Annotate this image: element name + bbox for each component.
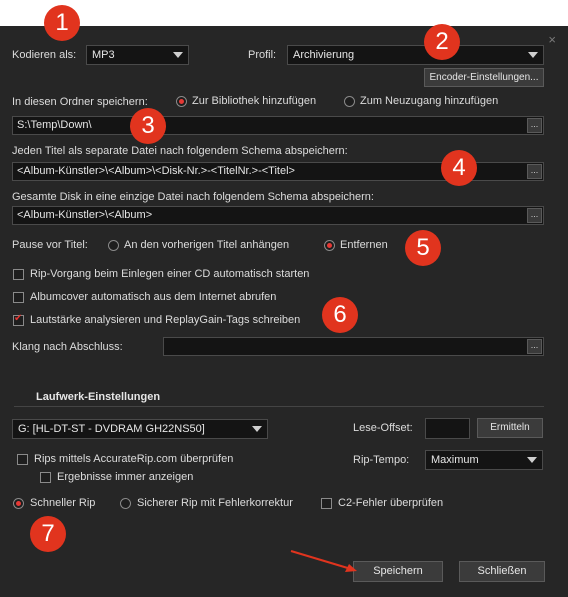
autostart-label: Rip-Vorgang beim Einlegen einer CD autom… bbox=[30, 268, 310, 280]
radio-add-library[interactable] bbox=[176, 96, 187, 107]
profile-label: Profil: bbox=[248, 49, 277, 61]
radio-fast-rip[interactable] bbox=[13, 498, 24, 509]
encoder-settings-button[interactable]: Encoder-Einstellungen... bbox=[424, 68, 544, 87]
screenshot-top-margin bbox=[0, 0, 568, 26]
radio-add-new-label: Zum Neuzugang hinzufügen bbox=[360, 95, 499, 107]
chevron-down-icon bbox=[527, 457, 537, 463]
save-folder-label: In diesen Ordner speichern: bbox=[12, 96, 148, 108]
replaygain-label: Lautstärke analysieren und ReplayGain-Ta… bbox=[30, 314, 301, 326]
annotation-arrow-icon bbox=[290, 550, 357, 572]
marker-badge-6: 6 bbox=[322, 297, 358, 333]
drive-select[interactable]: G: [HL-DT-ST - DVDRAM GH22NS50] bbox=[12, 419, 268, 439]
accuraterip-checkbox[interactable] bbox=[17, 454, 28, 465]
sound-input[interactable]: ... bbox=[163, 337, 544, 356]
offset-input[interactable] bbox=[425, 418, 470, 439]
accuraterip-label: Rips mittels AccurateRip.com überprüfen bbox=[34, 453, 234, 465]
cover-label: Albumcover automatisch aus dem Internet … bbox=[30, 291, 277, 303]
separate-files-schema-value: <Album-Künstler>\<Album>\<Disk-Nr.>-<Tit… bbox=[17, 165, 295, 177]
replaygain-checkbox[interactable] bbox=[13, 313, 24, 326]
encoder-label: Kodieren als: bbox=[12, 49, 77, 61]
ripping-settings-dialog bbox=[0, 26, 568, 597]
encoder-select[interactable]: MP3 bbox=[86, 45, 189, 65]
chevron-down-icon bbox=[528, 52, 538, 58]
radio-add-library-label: Zur Bibliothek hinzufügen bbox=[192, 95, 317, 107]
profile-select[interactable]: Archivierung bbox=[287, 45, 544, 65]
marker-badge-4: 4 bbox=[441, 150, 477, 186]
c2-checkbox[interactable] bbox=[321, 498, 332, 509]
radio-pause-remove[interactable] bbox=[324, 240, 335, 251]
save-folder-path-value: S:\Temp\Down\ bbox=[17, 119, 92, 131]
chevron-down-icon bbox=[173, 52, 183, 58]
autostart-checkbox[interactable] bbox=[13, 269, 24, 280]
speed-label: Rip-Tempo: bbox=[353, 454, 410, 466]
save-button[interactable]: Speichern bbox=[353, 561, 443, 582]
detect-offset-button[interactable]: Ermitteln bbox=[477, 418, 543, 438]
profile-select-value: Archivierung bbox=[293, 49, 355, 61]
marker-badge-3: 3 bbox=[130, 108, 166, 144]
radio-fast-rip-label: Schneller Rip bbox=[30, 497, 96, 509]
close-button[interactable]: Schließen bbox=[459, 561, 545, 582]
pause-label: Pause vor Titel: bbox=[12, 239, 88, 251]
separate-files-label: Jeden Titel als separate Datei nach folg… bbox=[12, 145, 348, 157]
section-divider bbox=[14, 406, 544, 407]
radio-add-new[interactable] bbox=[344, 96, 355, 107]
c2-label: C2-Fehler überprüfen bbox=[338, 497, 444, 509]
chevron-down-icon bbox=[252, 426, 262, 432]
offset-label: Lese-Offset: bbox=[353, 422, 413, 434]
cover-checkbox[interactable] bbox=[13, 292, 24, 303]
marker-badge-7: 7 bbox=[30, 516, 66, 552]
browse-button[interactable]: ... bbox=[527, 339, 542, 354]
encoder-select-value: MP3 bbox=[92, 49, 115, 61]
browse-button[interactable]: ... bbox=[527, 208, 542, 223]
single-file-label: Gesamte Disk in eine einzige Datei nach … bbox=[12, 191, 374, 203]
marker-badge-1: 1 bbox=[44, 5, 80, 41]
marker-badge-2: 2 bbox=[424, 24, 460, 60]
single-file-schema-value: <Album-Künstler>\<Album> bbox=[17, 209, 153, 221]
drive-section-title: Laufwerk-Einstellungen bbox=[36, 391, 161, 403]
radio-pause-append[interactable] bbox=[108, 240, 119, 251]
radio-pause-remove-label: Entfernen bbox=[340, 239, 388, 251]
sound-label: Klang nach Abschluss: bbox=[12, 341, 123, 353]
save-folder-path-input[interactable]: S:\Temp\Down\ ... bbox=[12, 116, 544, 135]
show-results-checkbox[interactable] bbox=[40, 472, 51, 483]
close-icon[interactable]: × bbox=[548, 32, 556, 47]
marker-badge-5: 5 bbox=[405, 230, 441, 266]
radio-secure-rip-label: Sicherer Rip mit Fehlerkorrektur bbox=[137, 497, 293, 509]
speed-select-value: Maximum bbox=[431, 454, 479, 466]
show-results-label: Ergebnisse immer anzeigen bbox=[57, 471, 194, 483]
single-file-schema-input[interactable]: <Album-Künstler>\<Album> ... bbox=[12, 206, 544, 225]
drive-select-value: G: [HL-DT-ST - DVDRAM GH22NS50] bbox=[18, 423, 205, 435]
radio-secure-rip[interactable] bbox=[120, 498, 131, 509]
speed-select[interactable]: Maximum bbox=[425, 450, 543, 470]
browse-button[interactable]: ... bbox=[527, 118, 542, 133]
radio-pause-append-label: An den vorherigen Titel anhängen bbox=[124, 239, 290, 251]
browse-button[interactable]: ... bbox=[527, 164, 542, 179]
